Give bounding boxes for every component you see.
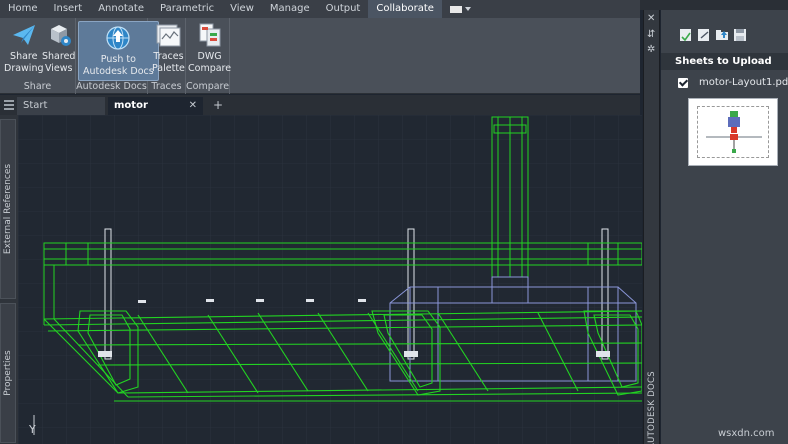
tab-motor-label: motor — [114, 100, 148, 111]
paper-plane-icon — [12, 25, 35, 45]
dwg-compare-label-1: DWG — [197, 51, 222, 62]
autodesk-docs-palette-title: AUTODESK DOCS — [646, 371, 657, 444]
sheet-checkbox[interactable] — [678, 77, 688, 88]
hamburger-menu-icon[interactable] — [4, 100, 14, 112]
thumbnail-drawing — [706, 111, 762, 153]
dwg-compare-icon — [199, 23, 221, 47]
close-icon[interactable]: ✕ — [647, 14, 655, 24]
watermark: wsxdn.com — [718, 428, 775, 439]
ribbon-display-dropdown[interactable] — [442, 0, 479, 18]
share-panel: Share Drawing Shared Views Share — [0, 18, 76, 94]
tab-output[interactable]: Output — [318, 0, 369, 18]
properties-label: Properties — [3, 350, 13, 396]
sheet-thumbnail[interactable] — [688, 98, 778, 166]
document-tab-bar: Start motor ✕ + — [0, 95, 640, 115]
motor-drawing: Y — [18, 115, 642, 444]
close-icon[interactable]: ✕ — [189, 97, 197, 115]
sheets-panel: Sheets to Upload motor-Layout1.pdf — [661, 10, 788, 444]
sheets-to-upload-header: Sheets to Upload — [661, 53, 788, 70]
tab-annotate[interactable]: Annotate — [90, 0, 152, 18]
push-label-2: Autodesk Docs — [83, 66, 154, 77]
tab-start[interactable]: Start — [17, 97, 105, 115]
left-palette-strip: External References Properties — [0, 115, 18, 444]
sheet-file-name: motor-Layout1.pdf — [699, 77, 788, 88]
traces-panel-title: Traces — [151, 81, 182, 92]
tab-view[interactable]: View — [222, 0, 262, 18]
push-to-autodesk-docs-button[interactable]: Push to Autodesk Docs — [78, 21, 159, 81]
auto-hide-icon[interactable]: ⇵ — [647, 30, 655, 40]
autodesk-docs-panel-title: Autodesk Docs — [76, 81, 147, 92]
autodesk-docs-panel: Push to Autodesk Docs Autodesk Docs — [76, 18, 159, 94]
settings-icon[interactable]: ✲ — [647, 45, 655, 55]
traces-palette-icon — [156, 24, 181, 47]
tab-manage[interactable]: Manage — [262, 0, 318, 18]
top-right-bar — [640, 0, 788, 10]
external-references-label: External References — [3, 163, 13, 255]
thumbnail-frame — [697, 106, 769, 158]
dwg-compare-label-2: Compare — [188, 63, 232, 74]
tab-motor[interactable]: motor ✕ — [108, 97, 203, 115]
dwg-compare-button[interactable]: DWG Compare — [188, 21, 231, 75]
push-label-1: Push to — [100, 54, 136, 65]
new-tab-plus-icon[interactable]: + — [213, 97, 223, 113]
share-drawing-label-2: Drawing — [4, 63, 44, 74]
ribbon-panel: Share Drawing Shared Views Share Push to… — [0, 18, 640, 94]
save-icon[interactable] — [733, 28, 747, 42]
external-references-tab[interactable]: External References — [0, 119, 16, 299]
shared-views-label-2: Views — [44, 63, 73, 74]
traces-panel: Traces Palette Traces — [148, 18, 186, 94]
tab-start-label: Start — [23, 100, 48, 111]
ribbon-tab-bar: Home Insert Annotate Parametric View Man… — [0, 0, 640, 18]
globe-upload-icon — [106, 26, 130, 50]
remove-sheet-icon[interactable] — [697, 28, 711, 42]
chevron-down-icon — [464, 7, 471, 11]
compare-panel: DWG Compare Compare — [186, 18, 231, 94]
shared-views-button[interactable]: Shared Views — [42, 21, 75, 75]
add-sheet-icon[interactable] — [679, 28, 693, 42]
traces-label-1: Traces — [153, 51, 184, 62]
share-drawing-button[interactable]: Share Drawing — [4, 21, 44, 75]
share-panel-title: Share — [23, 81, 52, 92]
compare-panel-title: Compare — [186, 81, 230, 92]
shared-views-icon — [50, 25, 71, 46]
traces-label-2: Palette — [152, 63, 185, 74]
upload-folder-icon[interactable] — [715, 28, 729, 42]
properties-tab[interactable]: Properties — [0, 303, 16, 443]
tab-collaborate[interactable]: Collaborate — [368, 0, 442, 18]
sheet-list-item[interactable]: motor-Layout1.pdf — [678, 77, 788, 88]
drawing-canvas[interactable]: Y — [18, 115, 642, 444]
autodesk-docs-palette-strip: ✕ ⇵ ✲ AUTODESK DOCS — [643, 10, 660, 444]
shared-views-label-1: Shared — [42, 51, 76, 62]
tab-home[interactable]: Home — [0, 0, 46, 18]
traces-palette-button[interactable]: Traces Palette — [152, 21, 185, 75]
y-axis-label: Y — [28, 423, 36, 436]
panel-toggle-icon — [449, 5, 462, 13]
share-drawing-label-1: Share — [10, 51, 38, 62]
tab-insert[interactable]: Insert — [46, 0, 91, 18]
sheets-toolbar — [679, 28, 747, 42]
tab-parametric[interactable]: Parametric — [152, 0, 222, 18]
